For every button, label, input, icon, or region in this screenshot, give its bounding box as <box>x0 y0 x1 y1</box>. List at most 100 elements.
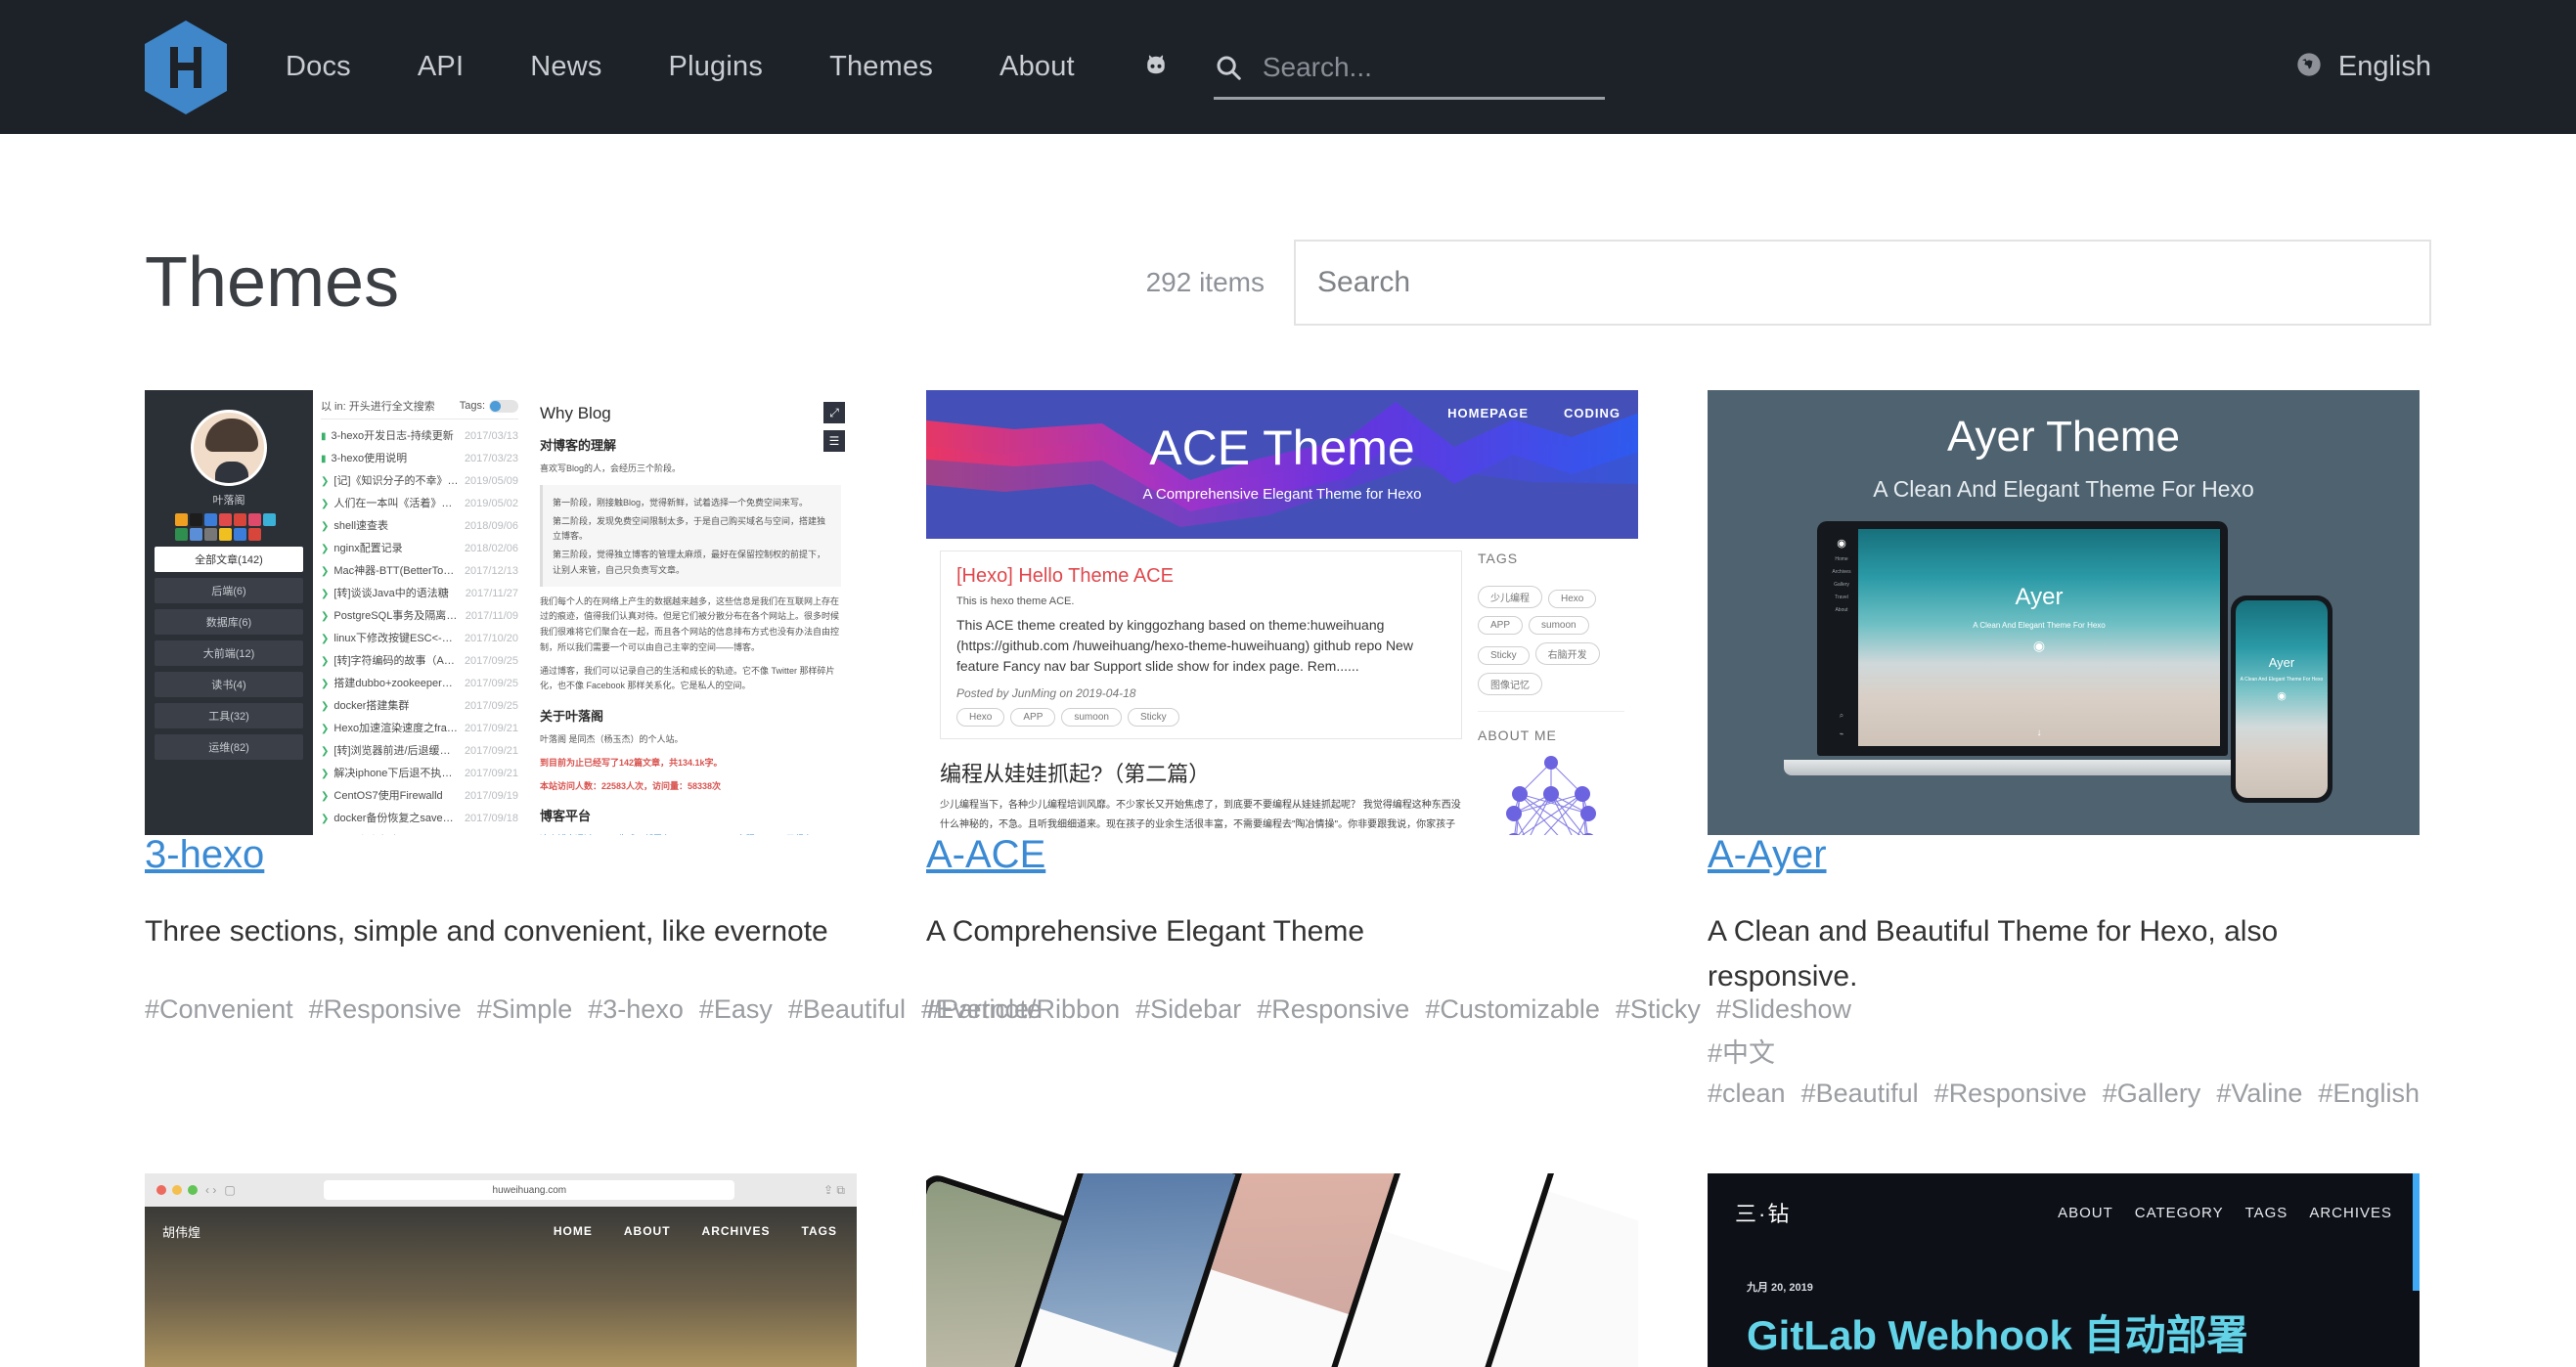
url-bar[interactable]: huweihuang.com <box>324 1180 735 1201</box>
theme-thumbnail[interactable]: 叶落阁 全部文章(142) 后端(6) 数据库(6) 大前端(12) 读书(4)… <box>145 390 857 835</box>
theme-tag[interactable]: #English <box>2318 1079 2420 1108</box>
thumb-post-title: 解决iphone下后退不执行js的问题 <box>333 767 459 779</box>
theme-thumbnail[interactable]: HOMEPAGE CODING ACE Theme A Comprehensiv… <box>926 390 1638 835</box>
theme-card[interactable]: 叶落阁 全部文章(142) 后端(6) 数据库(6) 大前端(12) 读书(4)… <box>145 390 1042 1113</box>
nav-item-themes[interactable]: Themes <box>796 53 966 81</box>
article-p4: 叶落阁 是同杰（杨玉杰）的个人站。 <box>540 734 684 744</box>
nav-item-about[interactable]: About <box>966 53 1108 81</box>
thumb-menu-item: 大前端(12) <box>155 640 303 666</box>
theme-tag[interactable]: #Responsive <box>309 994 462 1024</box>
avatar <box>191 410 267 486</box>
thumb-sidebar: 叶落阁 全部文章(142) 后端(6) 数据库(6) 大前端(12) 读书(4)… <box>145 390 313 835</box>
thumb-post-title: [记]《知识分子的不幸》–王小波 <box>333 474 459 487</box>
page-header: Themes 292 items Search <box>145 134 2431 326</box>
thumb-post-date: 2017/09/25 <box>464 677 518 689</box>
theme-card[interactable]: 三·钻 ABOUT CATEGORY TAGS ARCHIVES 九月 20, … <box>1708 1173 2420 1367</box>
hero-nav-item: ARCHIVES <box>2309 1204 2392 1221</box>
theme-card[interactable]: HOMEPAGE CODING ACE Theme A Comprehensiv… <box>926 390 1851 1113</box>
theme-name-link[interactable]: A-ACE <box>926 833 1045 876</box>
thumb-post-date: 2017/03/13 <box>464 429 518 442</box>
github-icon[interactable] <box>1141 53 1171 82</box>
thumb-post-row: ❯ docker搭建集群 2017/09/25 <box>321 693 518 716</box>
search-icon: ⌕ <box>1839 711 1844 720</box>
language-switcher[interactable]: English <box>2295 51 2431 83</box>
theme-card[interactable]: ‹ › ▢ huweihuang.com ⇪ ⧉ 胡伟煌 HOME ABOUT … <box>145 1173 857 1367</box>
language-label: English <box>2337 51 2431 82</box>
theme-tag[interactable]: #Gallery <box>2103 1079 2201 1108</box>
theme-tag[interactable]: #Beautiful <box>1801 1079 1919 1108</box>
header-search[interactable]: Search... <box>1213 52 1605 100</box>
chevron-right-icon: ❯ <box>321 700 330 712</box>
sidebar-item: Gallery <box>1834 582 1849 588</box>
thumb-menu-item: 全部文章(142) <box>155 547 303 572</box>
theme-tag[interactable]: #Sticky <box>1616 994 1701 1024</box>
theme-name-link[interactable]: A-Ayer <box>1708 833 1827 876</box>
city-hero: 胡伟煌 HOME ABOUT ARCHIVES TAGS <box>145 1207 857 1367</box>
search-icon <box>1214 53 1243 82</box>
theme-thumbnail[interactable]: Ayer Theme A Clean And Elegant Theme For… <box>1708 390 2420 835</box>
spiral-icon: ◉ <box>2277 689 2287 702</box>
scrollbar[interactable] <box>2413 1173 2420 1292</box>
theme-thumbnail[interactable] <box>926 1173 1638 1367</box>
back-forward-icon: ‹ › <box>205 1183 217 1198</box>
thumb-post-title: [转]谈谈Java中的语法糖 <box>333 587 449 599</box>
theme-thumbnail[interactable]: 三·钻 ABOUT CATEGORY TAGS ARCHIVES 九月 20, … <box>1708 1173 2420 1367</box>
thumb-post-title: PostgreSQL事务及隔离级别 <box>333 609 460 622</box>
thumb-sidebar-tag: Sticky <box>1478 646 1530 665</box>
window-dots <box>156 1185 198 1196</box>
theme-tag[interactable]: #Customizable <box>1425 994 1600 1024</box>
hexo-logo[interactable] <box>145 20 227 114</box>
nav-item-api[interactable]: API <box>384 53 497 81</box>
theme-tag[interactable]: #Particle/Ribbon <box>926 994 1120 1024</box>
thumb-post-title: nginx配置记录 <box>333 542 403 554</box>
nav-item-news[interactable]: News <box>497 53 635 81</box>
thumb-post-date: 2017/11/09 <box>465 609 518 622</box>
chevron-right-icon: ❯ <box>321 520 330 532</box>
theme-tag[interactable]: #Responsive <box>1934 1079 2087 1108</box>
chevron-right-icon: ❯ <box>321 633 330 644</box>
social-squares <box>175 513 283 541</box>
thumb-menu-item: 读书(4) <box>155 672 303 697</box>
theme-search-input[interactable]: Search <box>1294 240 2431 326</box>
article-h1: 对博客的理解 <box>540 438 617 453</box>
theme-card[interactable]: Ayer Theme A Clean And Elegant Theme For… <box>1708 390 2420 1113</box>
theme-tag[interactable]: #Convenient <box>145 994 293 1024</box>
theme-tag[interactable]: #Responsive <box>1257 994 1409 1024</box>
thumb-post-title: CentOS7使用Firewalld <box>333 789 443 802</box>
expand-icon: ⤢ <box>822 400 847 425</box>
theme-tag[interactable]: #中文 <box>1708 1038 1775 1068</box>
thumb-post-date: 2017/09/21 <box>464 767 518 779</box>
thumb-post-date: 2017/09/21 <box>464 744 518 757</box>
tags-heading: TAGS <box>1478 551 1519 566</box>
thumb-post-row: ❯docker备份恢复之save与export 2017/09/18 <box>321 806 518 828</box>
theme-tag[interactable]: #Valine <box>2216 1079 2302 1108</box>
theme-description: Three sections, simple and convenient, l… <box>145 915 828 948</box>
theme-thumbnail[interactable]: ‹ › ▢ huweihuang.com ⇪ ⧉ 胡伟煌 HOME ABOUT … <box>145 1173 857 1367</box>
globe-icon <box>2295 51 2323 83</box>
thumb-sidebar: TAGS 少儿编程 Hexo APP sumoon Sticky 右脑开发图像记忆 ABO… <box>1478 551 1624 835</box>
theme-name-link[interactable]: 3-hexo <box>145 833 264 876</box>
article-h2: 关于叶落阁 <box>540 709 604 724</box>
thumb-post-date: 2019/05/02 <box>464 497 518 509</box>
chevron-right-icon: ❯ <box>321 813 330 824</box>
nav-item-plugins[interactable]: Plugins <box>636 53 797 81</box>
theme-tag[interactable]: #Beautiful <box>788 994 906 1024</box>
article-p1: 喜欢写Blog的人，会经历三个阶段。 <box>540 463 682 473</box>
thumb-widgets: ⤢ ☰ <box>822 400 847 457</box>
phone-subtitle: A Clean And Elegant Theme For Hexo <box>2240 677 2324 683</box>
phone-mockup: Ayer A Clean And Elegant Theme For Hexo … <box>2231 595 2332 803</box>
theme-tag[interactable]: #Sidebar <box>1135 994 1241 1024</box>
scroll-down-icon: ↓ <box>2036 728 2042 738</box>
theme-tag[interactable]: #clean <box>1708 1079 1786 1108</box>
thumb-post-title: 3-hexo使用说明 <box>331 452 408 464</box>
theme-tag[interactable]: #Easy <box>699 994 773 1024</box>
theme-tag[interactable]: #3-hexo <box>588 994 684 1024</box>
thumb-post-row: ❯人们在一本叫《活着》的书中哭泣… 2019/05/02 <box>321 491 518 513</box>
post2-body: 少儿编程当下，各种少儿编程培训风靡。不少家长又开始焦虑了，到底要不要编程从娃娃抓… <box>940 800 1461 830</box>
article-q3: 第三阶段，觉得独立博客的管理太麻烦，最好在保留控制权的前提下，让别人来管，自己只… <box>553 550 826 575</box>
nav-item-docs[interactable]: Docs <box>286 53 384 81</box>
theme-card[interactable] <box>926 1173 1638 1367</box>
hero-nav-item: ABOUT <box>2058 1204 2113 1221</box>
theme-tag[interactable]: #Simple <box>477 994 573 1024</box>
thumb-sidebar-tag: APP <box>1478 616 1524 635</box>
